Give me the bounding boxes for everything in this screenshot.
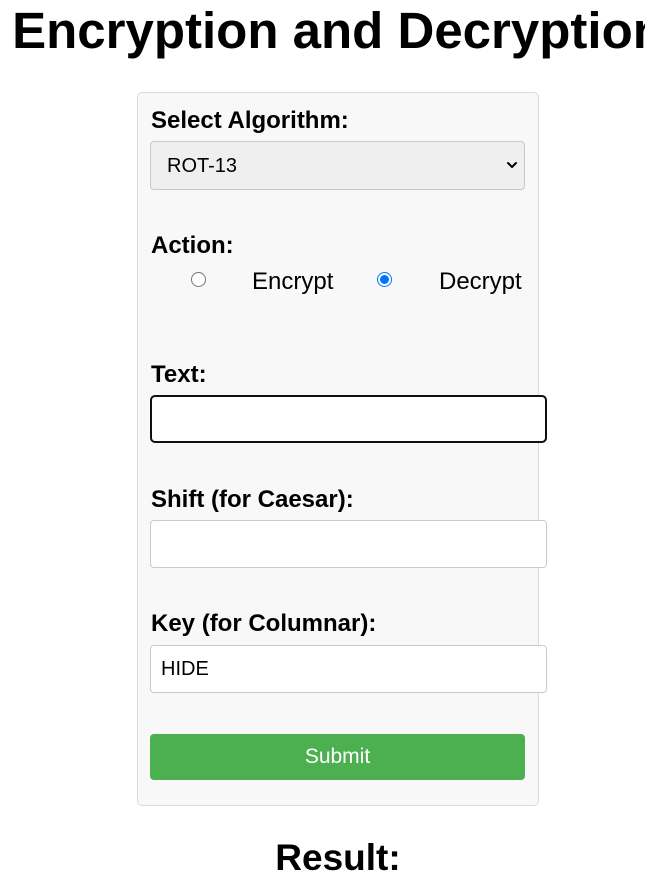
key-input[interactable]: HIDE <box>150 645 547 693</box>
page-title: Encryption and Decryption <box>12 2 645 59</box>
algorithm-label: Select Algorithm: <box>151 107 349 134</box>
action-label: Action: <box>151 232 234 259</box>
chevron-down-icon <box>507 162 517 168</box>
encryption-form: Select Algorithm: ROT-13 Action: Encrypt… <box>137 92 547 806</box>
text-label: Text: <box>151 361 207 388</box>
shift-input[interactable] <box>150 520 547 568</box>
decrypt-radio-label[interactable]: Decrypt <box>439 268 522 296</box>
key-label: Key (for Columnar): <box>151 610 377 637</box>
decrypt-radio[interactable] <box>377 272 392 287</box>
encrypt-radio[interactable] <box>191 272 206 287</box>
result-heading: Result: <box>275 837 401 876</box>
encrypt-radio-label[interactable]: Encrypt <box>252 268 333 296</box>
algorithm-select-value: ROT-13 <box>167 155 238 177</box>
shift-label: Shift (for Caesar): <box>151 486 354 513</box>
algorithm-select[interactable]: ROT-13 <box>150 141 525 190</box>
submit-button[interactable]: Submit <box>150 734 525 780</box>
page: Encryption and Decryption Select Algorit… <box>0 0 645 876</box>
text-input[interactable] <box>150 395 547 443</box>
